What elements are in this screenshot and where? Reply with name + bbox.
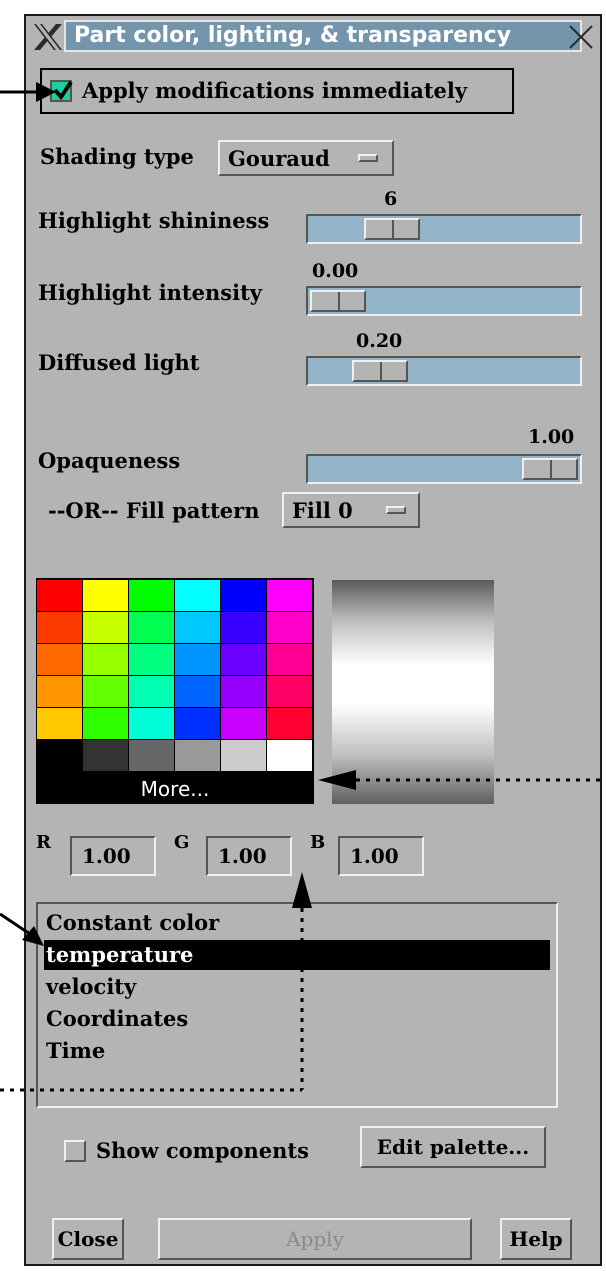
option-menu-indicator-icon: [386, 506, 406, 514]
shininess-slider-thumb[interactable]: [364, 218, 420, 240]
show-components-label: Show components: [96, 1138, 309, 1163]
list-item[interactable]: Time: [44, 1036, 550, 1066]
shininess-slider[interactable]: [306, 214, 582, 244]
x-logo-icon[interactable]: [32, 22, 64, 52]
palette-color-swatch[interactable]: [267, 708, 312, 739]
palette-color-swatch[interactable]: [37, 676, 82, 707]
shading-type-label: Shading type: [40, 144, 194, 169]
shininess-label: Highlight shininess: [38, 208, 270, 233]
apply-button[interactable]: Apply: [158, 1218, 472, 1260]
fill-pattern-menu[interactable]: Fill 0: [282, 492, 420, 528]
list-item[interactable]: velocity: [44, 972, 550, 1002]
apply-immediately-checkbox[interactable]: [50, 80, 73, 102]
palette-color-swatch[interactable]: [221, 644, 266, 675]
shading-type-value: Gouraud: [228, 146, 330, 171]
palette-color-swatch[interactable]: [267, 644, 312, 675]
list-item-selected[interactable]: temperature: [44, 940, 550, 970]
diffused-light-label: Diffused light: [38, 350, 200, 375]
palette-color-swatch[interactable]: [175, 612, 220, 643]
palette-color-swatch[interactable]: [175, 708, 220, 739]
palette-color-swatch[interactable]: [83, 708, 128, 739]
intensity-value: 0.00: [312, 260, 359, 282]
palette-color-swatch[interactable]: [83, 612, 128, 643]
more-colors-button[interactable]: More...: [36, 774, 314, 804]
edit-palette-button[interactable]: Edit palette...: [360, 1126, 546, 1168]
palette-color-swatch[interactable]: [221, 580, 266, 611]
g-value-field[interactable]: 1.00: [206, 836, 292, 876]
list-item[interactable]: Constant color: [44, 908, 550, 938]
b-value-field[interactable]: 1.00: [338, 836, 424, 876]
palette-color-swatch[interactable]: [37, 644, 82, 675]
g-label: G: [174, 832, 190, 853]
palette-color-swatch[interactable]: [37, 580, 82, 611]
palette-color-swatch[interactable]: [267, 676, 312, 707]
list-item[interactable]: Coordinates: [44, 1004, 550, 1034]
checkmark-icon: [53, 80, 73, 101]
help-button[interactable]: Help: [500, 1218, 572, 1260]
color-palette-grid: More...: [36, 578, 314, 804]
palette-color-swatch[interactable]: [129, 580, 174, 611]
dialog-window: Part color, lighting, & transparency App…: [24, 14, 602, 1266]
opaqueness-slider[interactable]: [306, 454, 582, 484]
close-icon[interactable]: [566, 22, 596, 52]
palette-color-swatch[interactable]: [129, 708, 174, 739]
palette-color-swatch[interactable]: [37, 612, 82, 643]
opaqueness-slider-thumb[interactable]: [522, 458, 578, 480]
diffused-light-value: 0.20: [356, 330, 403, 352]
palette-color-swatch[interactable]: [83, 580, 128, 611]
palette-color-swatch[interactable]: [221, 740, 266, 771]
palette-color-swatch[interactable]: [37, 708, 82, 739]
grayscale-gradient-bar[interactable]: [332, 580, 494, 804]
show-components-checkbox[interactable]: [64, 1140, 86, 1162]
r-label: R: [36, 832, 51, 853]
option-menu-indicator-icon: [358, 154, 378, 162]
palette-color-swatch[interactable]: [221, 708, 266, 739]
palette-color-swatch[interactable]: [129, 740, 174, 771]
palette-color-swatch[interactable]: [83, 676, 128, 707]
palette-color-swatch[interactable]: [175, 580, 220, 611]
window-title: Part color, lighting, & transparency: [64, 20, 582, 52]
b-label: B: [310, 832, 326, 853]
palette-color-swatch[interactable]: [221, 676, 266, 707]
opaqueness-label: Opaqueness: [38, 448, 181, 473]
palette-color-swatch[interactable]: [175, 740, 220, 771]
palette-color-swatch[interactable]: [37, 740, 82, 771]
close-button[interactable]: Close: [52, 1218, 124, 1260]
color-by-variable-list[interactable]: Constant color temperature velocity Coor…: [36, 902, 558, 1108]
palette-color-swatch[interactable]: [129, 676, 174, 707]
palette-color-swatch[interactable]: [175, 676, 220, 707]
palette-color-swatch[interactable]: [83, 644, 128, 675]
palette-color-swatch[interactable]: [83, 740, 128, 771]
shading-type-menu[interactable]: Gouraud: [218, 140, 394, 176]
shininess-value: 6: [384, 188, 398, 210]
apply-immediately-label: Apply modifications immediately: [82, 78, 468, 103]
apply-immediately-row[interactable]: Apply modifications immediately: [40, 68, 514, 114]
intensity-slider-thumb[interactable]: [310, 290, 366, 312]
diffused-light-slider[interactable]: [306, 356, 582, 386]
palette-color-swatch[interactable]: [267, 740, 312, 771]
intensity-label: Highlight intensity: [38, 280, 262, 305]
palette-color-swatch[interactable]: [129, 644, 174, 675]
diffused-light-slider-thumb[interactable]: [352, 360, 408, 382]
palette-color-swatch[interactable]: [267, 612, 312, 643]
opaqueness-value: 1.00: [528, 426, 575, 448]
palette-color-swatch[interactable]: [267, 580, 312, 611]
intensity-slider[interactable]: [306, 286, 582, 316]
title-bar: Part color, lighting, & transparency: [26, 16, 600, 58]
fill-pattern-label: --OR-- Fill pattern: [48, 498, 260, 523]
fill-pattern-value: Fill 0: [292, 498, 353, 523]
palette-color-swatch[interactable]: [129, 612, 174, 643]
palette-color-swatch[interactable]: [175, 644, 220, 675]
r-value-field[interactable]: 1.00: [70, 836, 156, 876]
palette-color-swatch[interactable]: [221, 612, 266, 643]
